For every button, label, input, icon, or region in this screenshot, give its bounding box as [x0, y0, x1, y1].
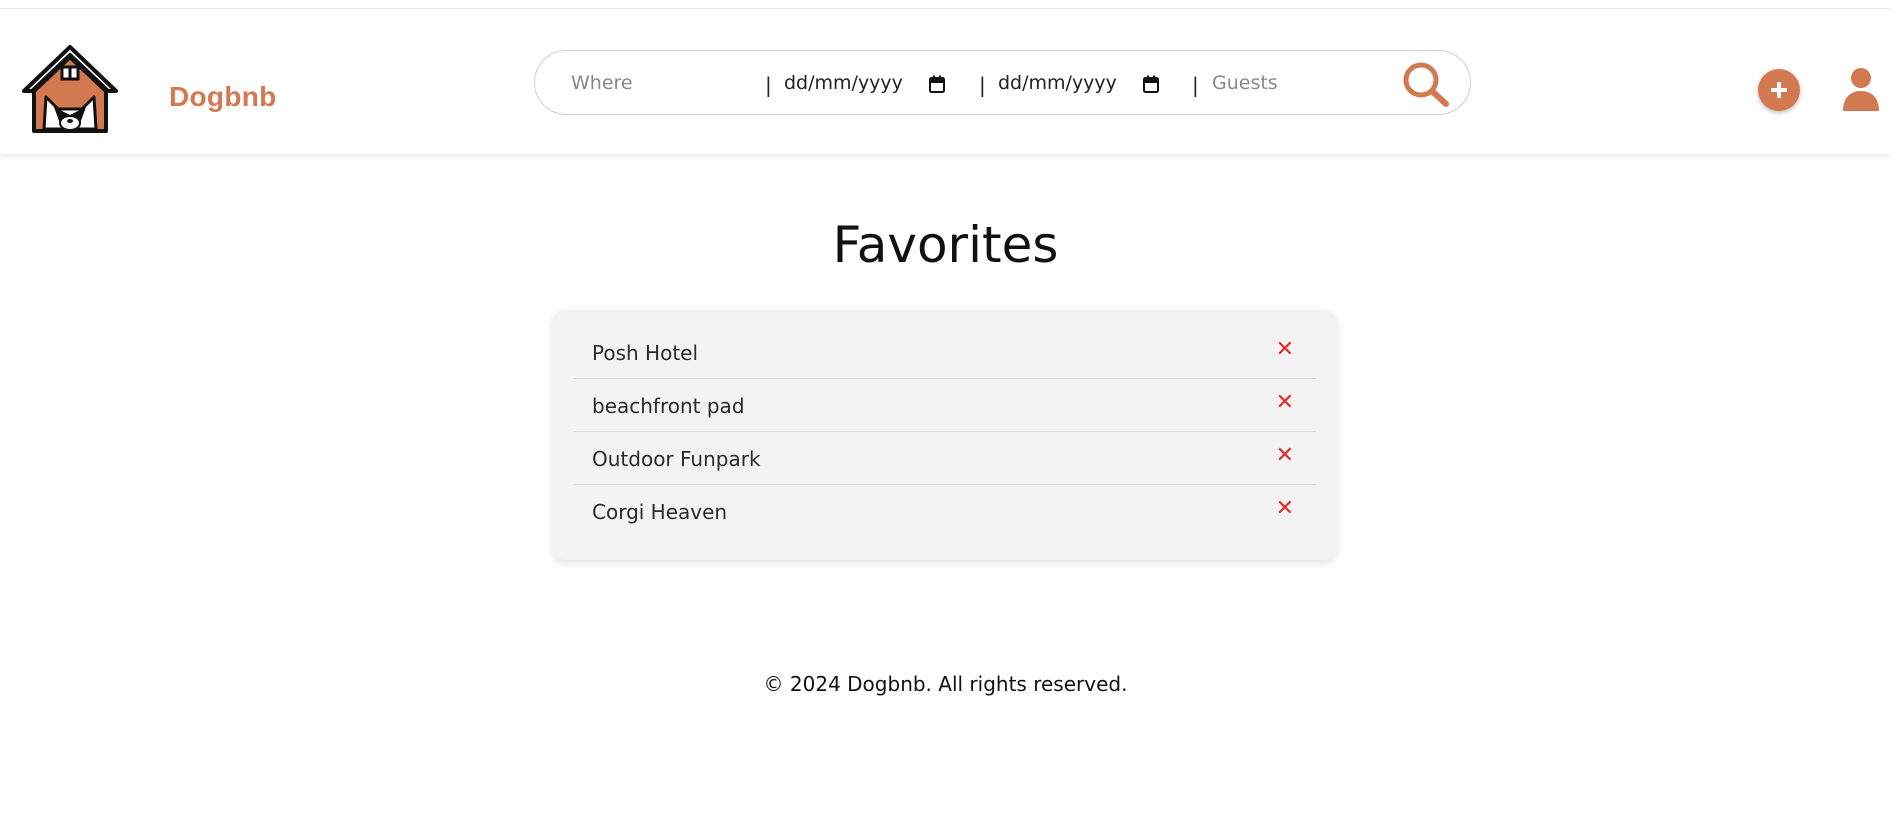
add-listing-button[interactable] [1758, 69, 1800, 111]
favorite-name[interactable]: Outdoor Funpark [592, 447, 761, 471]
remove-favorite-button[interactable]: ✕ [1276, 392, 1294, 414]
calendar-icon[interactable] [929, 75, 945, 93]
remove-favorite-button[interactable]: ✕ [1276, 498, 1294, 520]
list-item[interactable]: Posh Hotel ✕ [573, 326, 1316, 379]
user-icon[interactable] [1841, 67, 1881, 111]
site-header: Dogbnb Where | dd/mm/yyyy | dd/mm/yyyy |… [0, 9, 1891, 154]
search-bar: Where | dd/mm/yyyy | dd/mm/yyyy | Guests [534, 50, 1471, 115]
page-title: Favorites [832, 216, 1059, 274]
plus-icon [1771, 82, 1787, 98]
checkout-value: dd/mm/yyyy [998, 72, 1117, 94]
separator: | [1192, 73, 1199, 97]
list-item[interactable]: beachfront pad ✕ [573, 379, 1316, 432]
favorite-name[interactable]: Posh Hotel [592, 341, 698, 365]
brand-name[interactable]: Dogbnb [169, 81, 277, 113]
remove-favorite-button[interactable]: ✕ [1276, 339, 1294, 361]
favorites-list: Posh Hotel ✕ beachfront pad ✕ Outdoor Fu… [553, 310, 1336, 560]
remove-favorite-button[interactable]: ✕ [1276, 445, 1294, 467]
where-input[interactable]: Where [571, 65, 761, 101]
checkin-value: dd/mm/yyyy [784, 72, 903, 94]
list-item[interactable]: Outdoor Funpark ✕ [573, 432, 1316, 485]
magnifier-icon[interactable] [1401, 60, 1451, 108]
where-placeholder: Where [571, 72, 633, 94]
favorite-name[interactable]: Corgi Heaven [592, 500, 727, 524]
separator: | [979, 73, 986, 97]
calendar-icon[interactable] [1143, 75, 1159, 93]
favorite-name[interactable]: beachfront pad [592, 394, 745, 418]
guests-input[interactable]: Guests [1212, 65, 1382, 101]
doghouse-logo-icon[interactable] [18, 41, 122, 137]
guests-placeholder: Guests [1212, 72, 1278, 94]
separator: | [765, 73, 772, 97]
footer-copyright: © 2024 Dogbnb. All rights reserved. [763, 672, 1128, 696]
list-item[interactable]: Corgi Heaven ✕ [573, 485, 1316, 538]
